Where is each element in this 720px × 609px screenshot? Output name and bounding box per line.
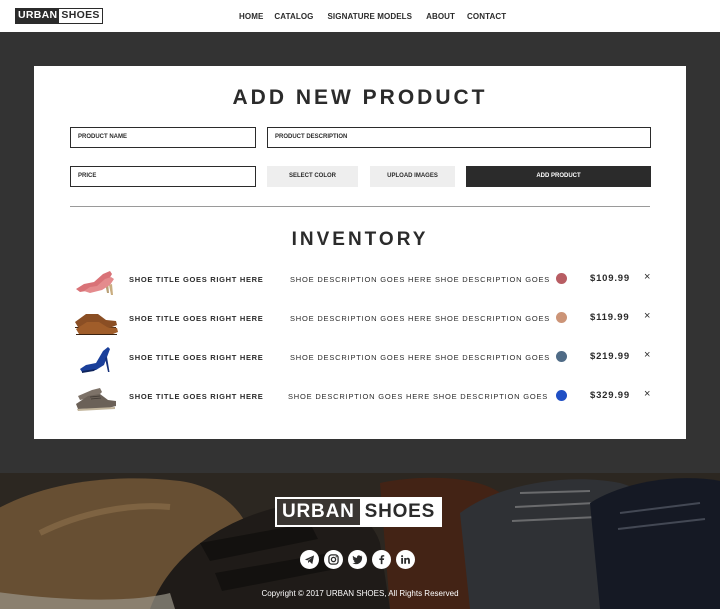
product-description: SHOE DESCRIPTION GOES HERE SHOE DESCRIPT… <box>288 392 549 401</box>
telegram-icon[interactable] <box>300 550 319 569</box>
product-description: SHOE DESCRIPTION GOES HERE SHOE DESCRIPT… <box>290 353 551 362</box>
product-price: $329.99 <box>590 390 630 401</box>
remove-product-button[interactable]: × <box>644 388 650 400</box>
facebook-icon[interactable] <box>372 550 391 569</box>
footer-brand-logo[interactable]: URBAN SHOES <box>275 497 443 527</box>
section-divider <box>70 206 650 207</box>
admin-card: ADD NEW PRODUCT PRODUCT NAME PRODUCT DES… <box>34 66 686 439</box>
pink-heel-image <box>72 265 120 297</box>
nav-link-home[interactable]: HOME <box>239 12 263 21</box>
product-title: SHOE TITLE GOES RIGHT HERE <box>129 392 264 401</box>
product-title: SHOE TITLE GOES RIGHT HERE <box>129 353 264 362</box>
product-title: SHOE TITLE GOES RIGHT HERE <box>129 275 264 284</box>
social-links <box>300 550 415 569</box>
footer-brand-logo-part-2: SHOES <box>359 499 441 525</box>
product-description: SHOE DESCRIPTION GOES HERE SHOE DESCRIPT… <box>290 314 551 323</box>
remove-product-button[interactable]: × <box>644 271 650 283</box>
color-swatch <box>556 351 567 362</box>
inventory-row: SHOE TITLE GOES RIGHT HERE SHOE DESCRIPT… <box>72 304 652 338</box>
add-product-title: ADD NEW PRODUCT <box>232 86 488 109</box>
product-description: SHOE DESCRIPTION GOES HERE SHOE DESCRIPT… <box>290 275 551 284</box>
color-swatch <box>556 273 567 284</box>
copyright-text: Copyright © 2017 URBAN SHOES, All Rights… <box>261 589 459 598</box>
product-price: $119.99 <box>590 312 630 323</box>
twitter-icon[interactable] <box>348 550 367 569</box>
top-navigation-bar: URBAN SHOES HOME CATALOG SIGNATURE MODEL… <box>0 0 720 32</box>
instagram-icon[interactable] <box>324 550 343 569</box>
inventory-row: SHOE TITLE GOES RIGHT HERE SHOE DESCRIPT… <box>72 265 652 299</box>
add-product-button[interactable]: ADD PRODUCT <box>466 166 651 187</box>
brand-logo[interactable]: URBAN SHOES <box>15 8 103 24</box>
footer: URBAN SHOES Copyright © 2017 URBAN SHOES… <box>0 473 720 609</box>
color-swatch <box>556 312 567 323</box>
product-price: $109.99 <box>590 273 630 284</box>
nav-link-about[interactable]: ABOUT <box>426 12 455 21</box>
brown-oxford-image <box>72 304 120 336</box>
product-price: $219.99 <box>590 351 630 362</box>
product-description-input[interactable]: PRODUCT DESCRIPTION <box>267 127 651 148</box>
footer-brand-logo-part-1: URBAN <box>277 499 360 525</box>
nav-link-catalog[interactable]: CATALOG <box>274 12 313 21</box>
brand-logo-part-2: SHOES <box>59 9 102 23</box>
remove-product-button[interactable]: × <box>644 310 650 322</box>
select-color-button[interactable]: SELECT COLOR <box>267 166 358 187</box>
color-swatch <box>556 390 567 401</box>
nav-link-signature-models[interactable]: SIGNATURE MODELS <box>327 12 412 21</box>
nav-link-contact[interactable]: CONTACT <box>467 12 506 21</box>
price-input[interactable]: PRICE <box>70 166 256 187</box>
upload-images-button[interactable]: UPLOAD IMAGES <box>370 166 455 187</box>
brand-logo-part-1: URBAN <box>16 9 60 23</box>
inventory-title: INVENTORY <box>291 229 429 250</box>
inventory-row: SHOE TITLE GOES RIGHT HERE SHOE DESCRIPT… <box>72 382 652 416</box>
linkedin-icon[interactable] <box>396 550 415 569</box>
product-name-input[interactable]: PRODUCT NAME <box>70 127 256 148</box>
product-title: SHOE TITLE GOES RIGHT HERE <box>129 314 264 323</box>
grey-derby-image <box>72 382 120 414</box>
blue-heel-image <box>72 343 120 375</box>
remove-product-button[interactable]: × <box>644 349 650 361</box>
main-nav: HOME CATALOG SIGNATURE MODELS ABOUT CONT… <box>239 12 506 21</box>
inventory-row: SHOE TITLE GOES RIGHT HERE SHOE DESCRIPT… <box>72 343 652 377</box>
